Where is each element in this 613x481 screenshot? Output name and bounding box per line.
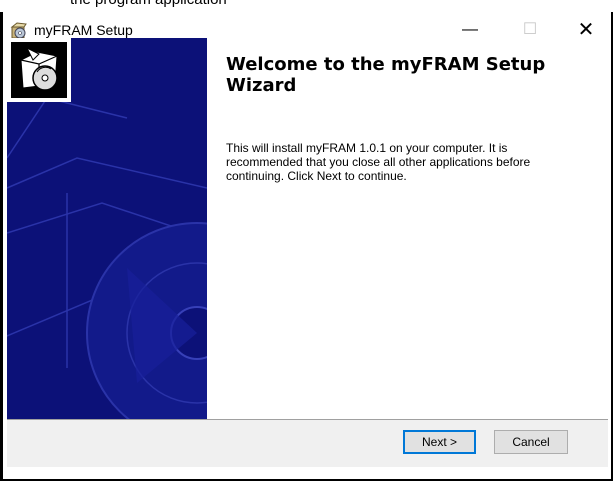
installer-box-icon	[10, 22, 27, 39]
maximize-button[interactable]: ☐	[507, 12, 553, 48]
minimize-button[interactable]: —	[447, 12, 493, 48]
background-document-text: the program application	[70, 0, 227, 8]
wizard-side-banner	[7, 38, 207, 419]
wizard-heading: Welcome to the myFRAM Setup Wizard	[226, 54, 546, 96]
background-document-strip: the program application	[0, 0, 613, 12]
close-button[interactable]: ✕	[563, 12, 609, 48]
next-button[interactable]: Next >	[403, 430, 476, 454]
window-title: myFRAM Setup	[34, 22, 133, 38]
cancel-button[interactable]: Cancel	[494, 430, 568, 454]
window-left-edge	[0, 12, 3, 481]
wizard-description: This will install myFRAM 1.0.1 on your c…	[226, 141, 531, 183]
installer-disc-icon	[7, 38, 71, 102]
